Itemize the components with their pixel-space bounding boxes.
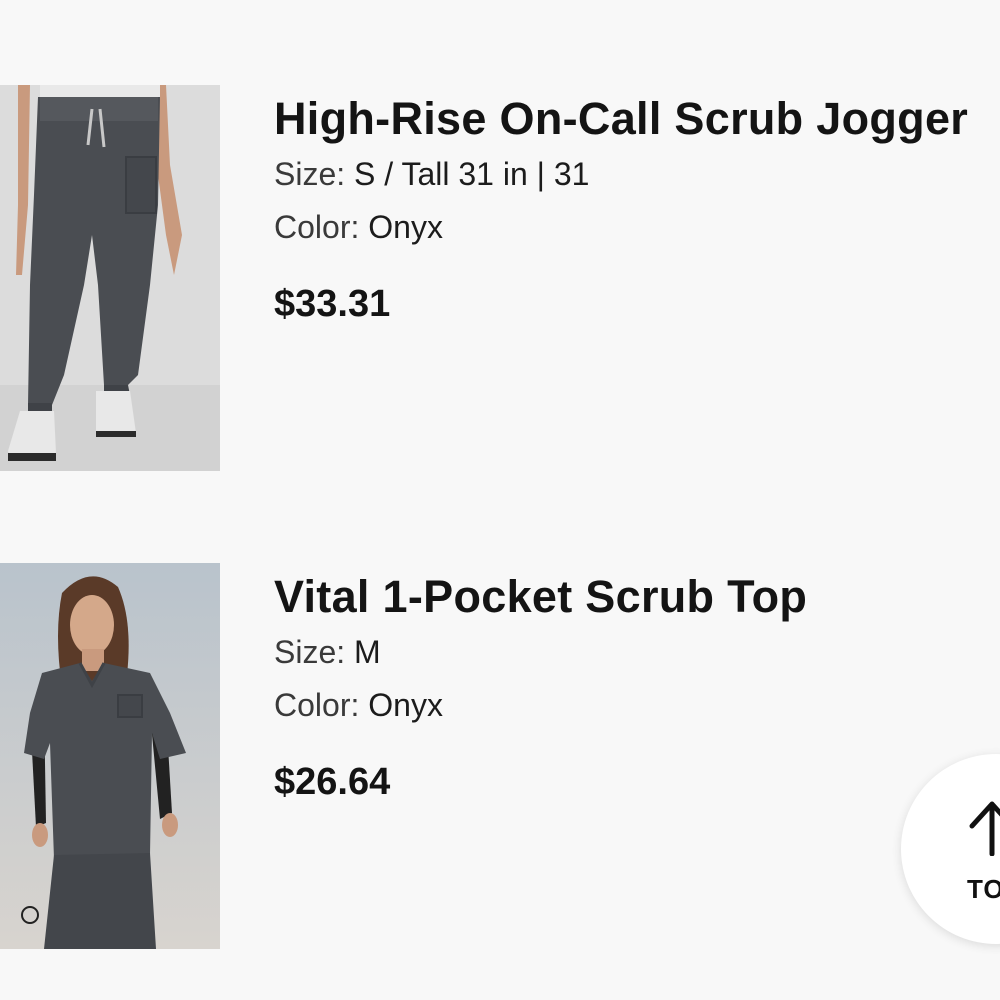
cart-page: High-Rise On-Call Scrub Jogger Size: S /…: [0, 0, 1000, 1000]
size-value: S / Tall 31 in | 31: [354, 156, 590, 192]
size-value: M: [354, 634, 381, 670]
product-price: $33.31: [274, 283, 391, 325]
product-price: $26.64: [274, 761, 391, 803]
product-color: Color: Onyx: [274, 686, 443, 724]
product-size: Size: S / Tall 31 in | 31: [274, 155, 589, 193]
product-name[interactable]: Vital 1-Pocket Scrub Top: [274, 571, 807, 623]
scrub-top-photo: [0, 563, 220, 949]
product-name[interactable]: High-Rise On-Call Scrub Jogger: [274, 93, 968, 145]
color-label: Color:: [274, 687, 360, 723]
size-label: Size:: [274, 156, 346, 192]
size-label: Size:: [274, 634, 346, 670]
product-size: Size: M: [274, 633, 381, 671]
back-to-top-label: TOP: [967, 874, 1000, 904]
color-label: Color:: [274, 209, 360, 245]
cart-item: Vital 1-Pocket Scrub Top Size: M Color: …: [0, 563, 1000, 949]
product-image[interactable]: [0, 563, 220, 949]
jogger-photo: [0, 85, 220, 471]
cart-item: High-Rise On-Call Scrub Jogger Size: S /…: [0, 85, 1000, 471]
color-value: Onyx: [368, 687, 443, 723]
product-image[interactable]: [0, 85, 220, 471]
product-color: Color: Onyx: [274, 208, 443, 246]
color-value: Onyx: [368, 209, 443, 245]
arrow-up-icon: [969, 801, 1000, 856]
